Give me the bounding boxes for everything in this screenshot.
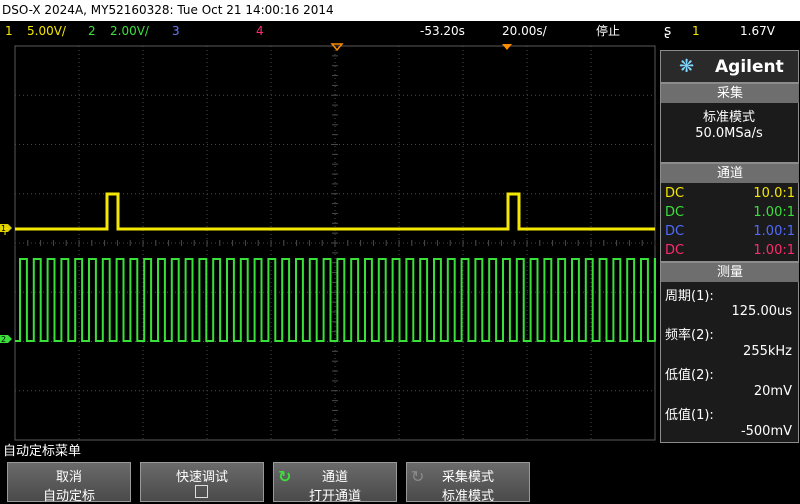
ch3-coupling: DC xyxy=(665,224,685,239)
softkey-4-sublabel: 标准模式 xyxy=(441,489,494,504)
acquisition-mode-button[interactable]: ↻ 采集模式 标准模式 xyxy=(406,462,530,504)
status-bar: 1 5.00V/ 2 2.00V/ 3 4 -53.20s 20.00s/ 停止… xyxy=(0,21,800,41)
trigger-level[interactable]: 1.67V xyxy=(740,21,775,41)
run-state: 停止 xyxy=(596,24,621,38)
ch2-probe-ratio: 1.00:1 xyxy=(753,205,795,220)
ch3-probe-ratio: 1.00:1 xyxy=(753,224,795,239)
channel-row-1: DC 10.0:1 xyxy=(665,184,795,203)
brand-name: Agilent xyxy=(715,57,784,77)
channels-button[interactable]: ↻ 通道 打开通道 xyxy=(273,462,397,504)
fast-debug-checkbox[interactable] xyxy=(195,485,208,498)
agilent-logo-icon: ❋ xyxy=(679,56,695,77)
window-title: DSO-X 2024A, MY52160328: Tue Oct 21 14:0… xyxy=(0,0,800,21)
time-scale[interactable]: 20.00s/ xyxy=(502,21,547,41)
ch1-number[interactable]: 1 xyxy=(5,21,13,41)
fast-debug-button[interactable]: 快速调试 xyxy=(140,462,264,502)
measurements-box[interactable]: 测量 周期(1): 125.00us 频率(2): 255kHz 低值(2): … xyxy=(660,262,799,443)
time-offset[interactable]: -53.20s xyxy=(420,21,465,41)
ch2-coupling: DC xyxy=(665,205,685,220)
measurement-value-2: 255kHz xyxy=(743,344,792,359)
measurement-label-1: 周期(1): xyxy=(665,289,714,304)
channels-header: 通道 xyxy=(661,164,799,183)
ch4-coupling: DC xyxy=(665,243,685,258)
ch2-scale[interactable]: 2.00V/ xyxy=(110,21,149,41)
measurement-label-4: 低值(1): xyxy=(665,408,714,423)
softkey-3-sublabel: 打开通道 xyxy=(308,489,361,504)
softkey-1-sublabel: 自动定标 xyxy=(42,489,95,504)
ch4-probe-ratio: 1.00:1 xyxy=(753,243,795,258)
waveform-display[interactable]: T ​ 1 2 xyxy=(0,41,660,443)
acquisition-box[interactable]: 采集 标准模式 50.0MSa/s xyxy=(660,83,799,163)
measurement-value-1: 125.00us xyxy=(731,304,793,319)
ch2-number[interactable]: 2 xyxy=(88,21,96,41)
measurement-label-3: 低值(2): xyxy=(665,368,714,383)
measurement-value-4: -500mV xyxy=(740,424,792,439)
measurement-value-3: 20mV xyxy=(753,384,792,399)
sample-rate: 50.0MSa/s xyxy=(695,126,763,141)
channel-row-3: DC 1.00:1 xyxy=(665,222,795,241)
cancel-autoscale-button[interactable]: 取消 自动定标 xyxy=(7,462,131,504)
softkey-menu-title: 自动定标菜单 xyxy=(0,443,800,461)
ch1-scale[interactable]: 5.00V/ xyxy=(27,21,66,41)
svg-text:1: 1 xyxy=(1,224,6,233)
channels-box[interactable]: 通道 DC 10.0:1 DC 1.00:1 DC 1.00:1 DC 1.00… xyxy=(660,163,799,262)
measurements-header: 测量 xyxy=(661,263,799,282)
acquisition-mode: 标准模式 xyxy=(702,110,755,125)
info-panel: ❋ Agilent 采集 标准模式 50.0MSa/s 通道 DC 10.0:1… xyxy=(660,50,800,443)
softkey-4-label: 采集模式 xyxy=(441,470,494,485)
ch1-probe-ratio: 10.0:1 xyxy=(753,186,795,201)
softkey-2-label: 快速调试 xyxy=(175,470,228,485)
measurement-label-2: 频率(2): xyxy=(665,328,714,343)
softkey-3-label: 通道 xyxy=(321,470,348,485)
channel-row-2: DC 1.00:1 xyxy=(665,203,795,222)
channel-row-4: DC 1.00:1 xyxy=(665,241,795,260)
trigger-source[interactable]: 1 xyxy=(692,21,700,41)
brand-box: ❋ Agilent xyxy=(660,50,799,83)
ch3-number[interactable]: 3 xyxy=(172,21,180,41)
softkey-1-label: 取消 xyxy=(55,470,82,485)
rising-edge-icon: ʂ xyxy=(664,23,672,39)
ch1-coupling: DC xyxy=(665,186,685,201)
ch4-number[interactable]: 4 xyxy=(256,21,264,41)
svg-text:2: 2 xyxy=(1,335,6,344)
acquisition-header: 采集 xyxy=(661,84,799,103)
